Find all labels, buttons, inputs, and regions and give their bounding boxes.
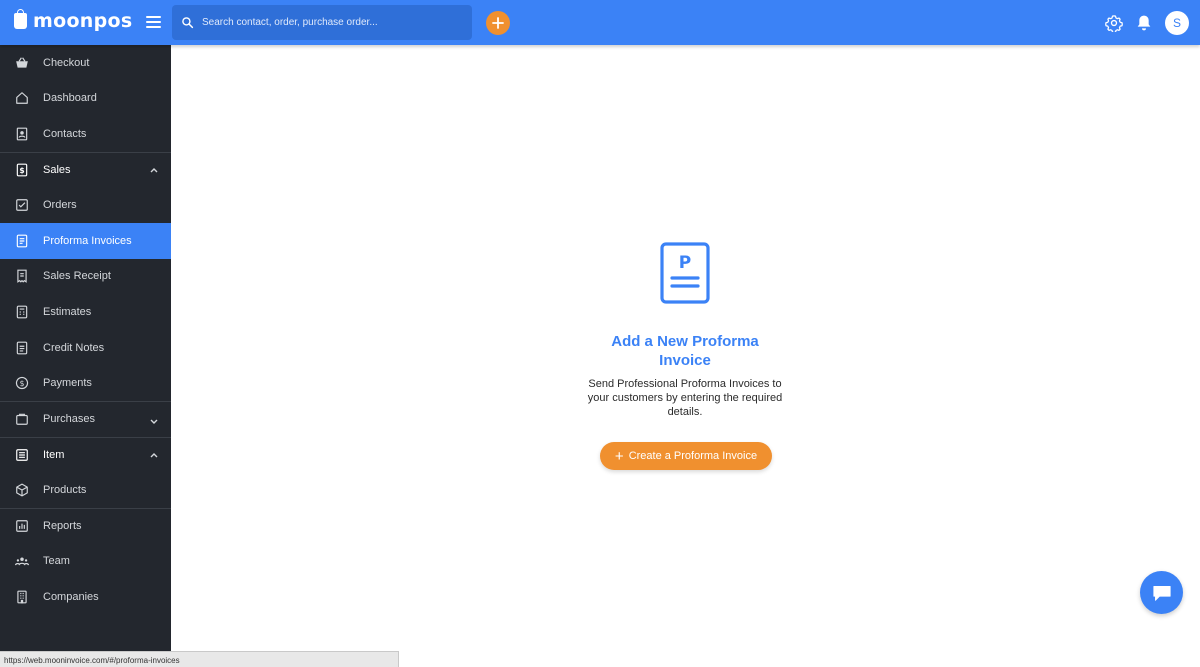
sidebar-item-label: Products [43,483,87,496]
search-input[interactable] [202,17,452,28]
plus-icon [492,17,504,29]
contacts-icon [15,127,29,141]
search-box[interactable] [172,5,472,40]
empty-state-description: Send Professional Proforma Invoices to y… [587,378,783,418]
app-logo[interactable]: moonpos [14,9,133,32]
bell-icon [1137,15,1151,31]
sidebar-item-sales-receipt[interactable]: Sales Receipt [0,259,171,295]
coin-icon: $ [15,376,29,390]
notifications-button[interactable] [1136,14,1152,37]
sidebar-item-label: Contacts [43,127,87,140]
sidebar-item-label: Sales Receipt [43,270,111,283]
sidebar-item-reports[interactable]: Reports [0,507,171,544]
box-icon [15,483,29,497]
create-proforma-invoice-button[interactable]: + Create a Proforma Invoice [600,442,772,470]
sidebar-group-sales[interactable]: $ Sales [0,151,171,188]
sidebar-item-label: Orders [43,199,77,212]
invoice-icon [15,234,29,248]
sidebar-item-label: Sales [43,164,71,177]
sidebar-item-orders[interactable]: Orders [0,187,171,223]
svg-text:$: $ [19,166,24,175]
sidebar-item-label: Companies [43,590,99,603]
chevron-down-icon [150,419,158,425]
chevron-up-icon [150,452,158,458]
sidebar-item-label: Dashboard [43,92,97,105]
chat-support-button[interactable] [1140,571,1183,614]
app-name: moonpos [33,10,133,32]
sidebar-item-label: Item [43,448,65,461]
search-icon [182,17,194,29]
basket-icon [15,56,29,70]
bag-icon [14,9,27,29]
top-bar: moonpos S [0,0,1200,45]
user-avatar[interactable]: S [1165,11,1189,35]
sidebar-item-credit-notes[interactable]: Credit Notes [0,330,171,366]
svg-text:$: $ [20,379,25,388]
sidebar-item-label: Team [43,555,70,568]
purchase-icon [15,412,29,426]
sidebar-item-label: Checkout [43,56,90,69]
proforma-document-icon: P [660,242,710,304]
sidebar-item-label: Credit Notes [43,341,105,354]
sidebar-item-label: Estimates [43,305,92,318]
sidebar-group-purchases[interactable]: Purchases [0,400,171,437]
sidebar-item-payments[interactable]: $ Payments [0,365,171,401]
settings-button[interactable] [1105,14,1123,37]
building-icon [15,590,29,604]
home-icon [15,91,29,105]
empty-state-title: Add a New Proforma Invoice [611,333,759,369]
sidebar-item-label: Reports [43,520,82,533]
sidebar-item-proforma-invoices[interactable]: Proforma Invoices [0,222,171,259]
sidebar-item-checkout[interactable]: Checkout [0,45,171,81]
sidebar-item-companies[interactable]: Companies [0,579,171,615]
dollar-doc-icon: $ [15,163,29,177]
browser-status-bar: https://web.mooninvoice.com/#/proforma-i… [0,651,399,667]
sidebar-item-contacts[interactable]: Contacts [0,116,171,152]
list-icon [15,448,29,462]
main-content: P Add a New Proforma Invoice Send Profes… [171,45,1200,667]
quick-add-button[interactable] [486,11,510,35]
gear-icon [1105,15,1123,34]
check-square-icon [15,198,29,212]
calculator-icon [15,305,29,319]
sidebar-item-team[interactable]: Team [0,543,171,579]
menu-toggle-icon[interactable] [146,16,161,28]
team-icon [15,554,29,568]
chevron-up-icon [150,168,158,173]
receipt-icon [15,269,29,284]
sidebar-item-dashboard[interactable]: Dashboard [0,81,171,117]
document-letter: P [679,253,691,273]
sidebar-item-label: Proforma Invoices [43,234,132,247]
chat-bubble-icon [1152,585,1171,601]
sidebar-item-label: Payments [43,377,92,390]
bar-chart-icon [15,519,29,533]
sidebar-item-estimates[interactable]: Estimates [0,294,171,330]
sidebar: Checkout Dashboard Contacts $ Sales Orde… [0,45,171,667]
plus-icon: + [614,447,624,465]
sidebar-item-label: Purchases [43,413,95,426]
create-button-label: Create a Proforma Invoice [628,450,758,462]
sidebar-item-products[interactable]: Products [0,472,171,508]
sidebar-group-item[interactable]: Item [0,436,171,473]
note-icon [15,341,29,355]
